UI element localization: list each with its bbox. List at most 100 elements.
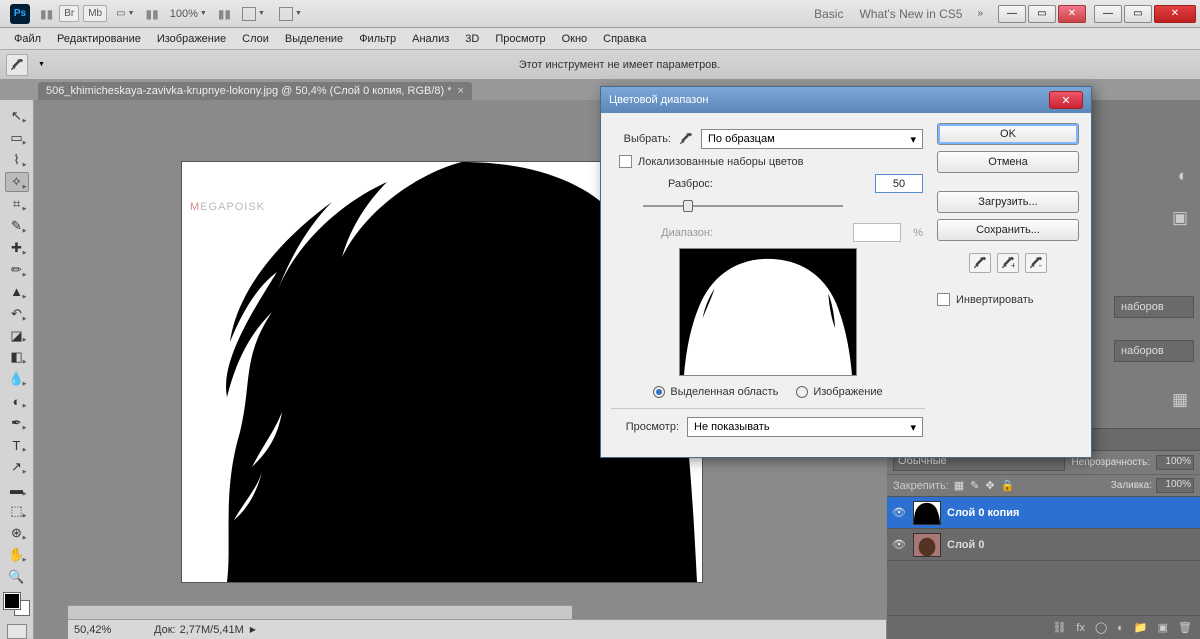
layer-visibility-icon[interactable]: 👁 (891, 538, 907, 551)
adjustment-layer-icon[interactable]: ◐ (1117, 622, 1124, 634)
layer-visibility-icon[interactable]: 👁 (891, 506, 907, 519)
app-minimize-button[interactable]: — (1094, 5, 1122, 23)
opacity-input[interactable]: 100% (1156, 455, 1194, 470)
radio-image[interactable] (796, 386, 808, 398)
gradient-tool[interactable]: ◧▶ (5, 347, 29, 367)
layer-thumbnail[interactable] (913, 533, 941, 557)
menu-window[interactable]: Окно (554, 30, 596, 48)
ok-button[interactable]: OK (937, 123, 1079, 145)
3d-tool[interactable]: ⬚▶ (5, 501, 29, 521)
link-layers-icon[interactable]: ⛓ (1052, 621, 1066, 634)
tool-flyout-caret[interactable]: ▼ (38, 61, 45, 68)
save-button[interactable]: Сохранить... (937, 219, 1079, 241)
workspace-chevron-icon[interactable]: » (972, 5, 988, 22)
dodge-tool[interactable]: ◐▶ (5, 391, 29, 411)
menu-layers[interactable]: Слои (234, 30, 277, 48)
app-close-button[interactable]: ✕ (1154, 5, 1196, 23)
menu-edit[interactable]: Редактирование (49, 30, 149, 48)
lasso-tool[interactable]: ⌇▶ (5, 150, 29, 170)
zoom-tool[interactable]: 🔍 (5, 567, 29, 587)
eyedropper-tool[interactable]: ✎▶ (5, 216, 29, 236)
document-tab[interactable]: 506_khimicheskaya-zavivka-krupnye-lokony… (38, 82, 472, 100)
layer-row[interactable]: 👁 Слой 0 (887, 529, 1200, 561)
3d-camera-tool[interactable]: ⊛▶ (5, 523, 29, 543)
layer-row[interactable]: 👁 Слой 0 копия (887, 497, 1200, 529)
brush-tool[interactable]: ✏▶ (5, 260, 29, 280)
radio-selection[interactable] (653, 386, 665, 398)
new-layer-icon[interactable]: ▣ (1158, 621, 1168, 634)
move-tool[interactable]: ↖▶ (5, 106, 29, 126)
panel-icon-3[interactable]: ▦ (1172, 390, 1188, 410)
horizontal-scrollbar[interactable] (68, 605, 572, 619)
status-flyout-icon[interactable]: ▶ (250, 625, 256, 634)
status-zoom[interactable]: 50,42% (74, 624, 134, 636)
workspace-whatsnew-link[interactable]: What's New in CS5 (859, 7, 962, 21)
titlebar-btn-mb[interactable]: Mb (83, 5, 107, 22)
path-select-tool[interactable]: ↗▶ (5, 457, 29, 477)
doc-minimize-button[interactable]: — (998, 5, 1026, 23)
marquee-tool[interactable]: ▭▶ (5, 128, 29, 148)
eyedropper-add-button[interactable]: + (997, 253, 1019, 273)
layer-style-icon[interactable]: fx (1076, 622, 1085, 634)
cancel-button[interactable]: Отмена (937, 151, 1079, 173)
preview-dropdown[interactable]: Не показывать▾ (687, 417, 923, 437)
panel-row-sets-2[interactable]: наборов (1114, 340, 1194, 362)
panel-row-sets-1[interactable]: наборов (1114, 296, 1194, 318)
magic-wand-tool[interactable]: ✧▶ (5, 172, 29, 192)
lock-position-icon[interactable]: ✥ (985, 479, 994, 492)
type-tool[interactable]: T▶ (5, 435, 29, 455)
fuzziness-slider[interactable] (643, 199, 843, 213)
menu-image[interactable]: Изображение (149, 30, 234, 48)
menu-analysis[interactable]: Анализ (404, 30, 457, 48)
layer-group-icon[interactable]: 📁 (1134, 621, 1148, 634)
titlebar-docmode-dropdown[interactable]: ▭▼ (111, 5, 139, 22)
dialog-titlebar[interactable]: Цветовой диапазон ✕ (601, 87, 1091, 113)
menu-help[interactable]: Справка (595, 30, 654, 48)
titlebar-zoom-dropdown[interactable]: 100%▼ (165, 5, 212, 23)
menu-filter[interactable]: Фильтр (351, 30, 404, 48)
stamp-tool[interactable]: ▲▶ (5, 282, 29, 302)
workspace-basic-link[interactable]: Basic (814, 7, 843, 21)
titlebar-screenmode-dropdown[interactable]: ▼ (274, 4, 307, 24)
fuzziness-input[interactable]: 50 (875, 174, 923, 193)
fill-input[interactable]: 100% (1156, 478, 1194, 493)
delete-layer-icon[interactable]: 🗑 (1178, 621, 1192, 634)
eyedropper-subtract-button[interactable]: - (1025, 253, 1047, 273)
slider-thumb[interactable] (683, 200, 693, 212)
panel-icon-2[interactable]: ▣ (1172, 208, 1188, 228)
eraser-tool[interactable]: ◪▶ (5, 326, 29, 346)
doc-restore-button[interactable]: ▭ (1028, 5, 1056, 23)
lock-all-icon[interactable]: 🔒 (1001, 479, 1015, 492)
menu-file[interactable]: Файл (6, 30, 49, 48)
history-brush-tool[interactable]: ↶▶ (5, 304, 29, 324)
load-button[interactable]: Загрузить... (937, 191, 1079, 213)
layer-thumbnail[interactable] (913, 501, 941, 525)
menu-3d[interactable]: 3D (457, 30, 487, 48)
document-tab-close-icon[interactable]: × (458, 85, 464, 97)
current-tool-icon[interactable] (6, 54, 28, 76)
eyedropper-sample-button[interactable] (969, 253, 991, 273)
titlebar-btn-br[interactable]: Br (59, 5, 79, 22)
shape-tool[interactable]: ▬▶ (5, 479, 29, 499)
color-swatches[interactable] (4, 593, 30, 616)
menu-view[interactable]: Просмотр (487, 30, 553, 48)
hand-tool[interactable]: ✋▶ (5, 545, 29, 565)
crop-tool[interactable]: ⌗▶ (5, 194, 29, 214)
lock-pixels-icon[interactable]: ✎ (970, 479, 979, 492)
foreground-color-swatch[interactable] (4, 593, 20, 609)
healing-tool[interactable]: ✚▶ (5, 238, 29, 258)
select-dropdown[interactable]: По образцам▾ (701, 129, 923, 149)
titlebar-arrange-dropdown[interactable]: ▼ (237, 4, 270, 24)
pen-tool[interactable]: ✒▶ (5, 413, 29, 433)
quick-mask-toggle[interactable] (7, 624, 27, 639)
menu-select[interactable]: Выделение (277, 30, 351, 48)
invert-checkbox[interactable] (937, 293, 950, 306)
panel-icon-1[interactable]: ◐ (1178, 166, 1188, 186)
dialog-close-button[interactable]: ✕ (1049, 91, 1083, 109)
layer-mask-icon[interactable]: ◯ (1095, 621, 1107, 634)
doc-close-button[interactable]: ✕ (1058, 5, 1086, 23)
lock-transparent-icon[interactable]: ▦ (954, 479, 964, 492)
blur-tool[interactable]: 💧▶ (5, 369, 29, 389)
localized-checkbox[interactable] (619, 155, 632, 168)
app-maximize-button[interactable]: ▭ (1124, 5, 1152, 23)
